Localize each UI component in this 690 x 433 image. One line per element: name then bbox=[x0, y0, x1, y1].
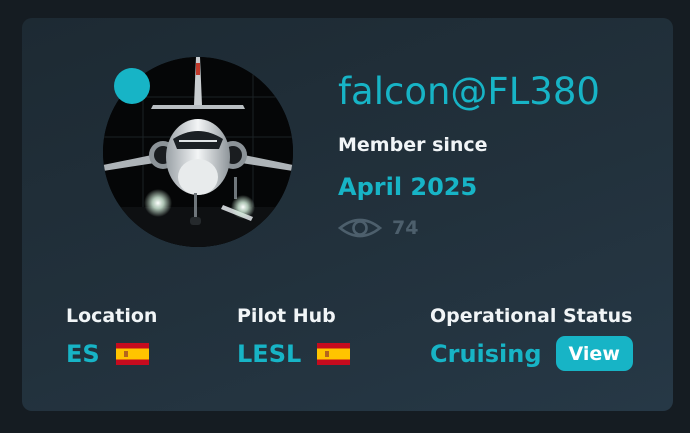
online-status-indicator bbox=[114, 68, 150, 104]
operational-status-value: Cruising bbox=[430, 339, 542, 368]
username: falcon@FL380 bbox=[338, 70, 600, 113]
member-since-date: April 2025 bbox=[338, 173, 478, 201]
spain-flag-icon bbox=[317, 343, 351, 365]
pilot-hub-value: LESL bbox=[237, 340, 302, 368]
location-label: Location bbox=[66, 305, 158, 327]
eye-icon bbox=[338, 218, 382, 238]
location-value: ES bbox=[66, 340, 100, 368]
location-value-row: ES bbox=[66, 340, 149, 368]
view-status-button[interactable]: View bbox=[555, 336, 633, 371]
spain-flag-icon bbox=[115, 343, 149, 365]
member-since-label: Member since bbox=[338, 134, 488, 156]
views-count: 74 bbox=[392, 217, 419, 239]
operational-status-label: Operational Status bbox=[430, 305, 633, 327]
pilot-hub-label: Pilot Hub bbox=[237, 305, 336, 327]
operational-status-value-row: Cruising View bbox=[430, 336, 633, 371]
pilot-hub-value-row: LESL bbox=[237, 340, 351, 368]
profile-card: falcon@FL380 Member since April 2025 74 … bbox=[22, 18, 673, 411]
profile-views: 74 bbox=[338, 216, 418, 240]
